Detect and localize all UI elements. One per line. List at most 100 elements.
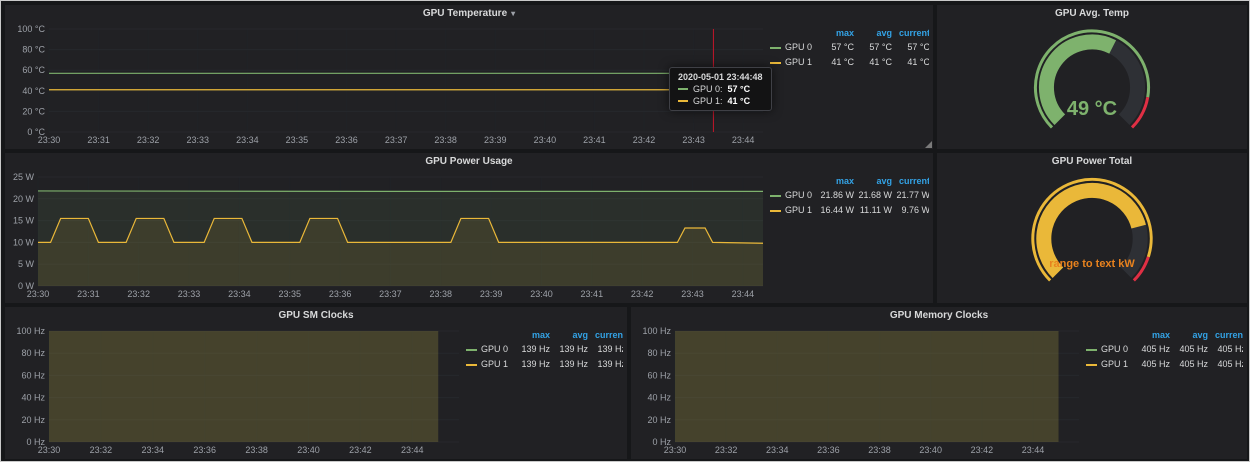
svg-text:20 Hz: 20 Hz	[647, 415, 671, 425]
legend-series-toggle[interactable]: GPU 1	[465, 357, 514, 372]
panel-title-text: GPU Memory Clocks	[890, 310, 988, 321]
legend-stat-value: 41 °C	[856, 55, 894, 70]
panel-title-gpu-power-total[interactable]: GPU Power Total	[937, 153, 1247, 171]
legend-column-header: avg	[552, 329, 590, 342]
svg-text:40 Hz: 40 Hz	[21, 393, 45, 403]
svg-text:23:40: 23:40	[534, 135, 557, 145]
svg-text:23:33: 23:33	[186, 135, 209, 145]
legend-series-toggle[interactable]: GPU 1	[769, 55, 818, 70]
gpu-memory-clocks-legend: maxavgcurrentGPU 0405 Hz405 Hz405 HzGPU …	[1085, 325, 1243, 457]
legend-stat-value: 41 °C	[818, 55, 856, 70]
series-color-dash-icon	[466, 364, 477, 366]
legend-stat-value: 405 Hz	[1134, 342, 1172, 357]
legend-series-toggle[interactable]: GPU 1	[1085, 357, 1134, 372]
svg-text:23:40: 23:40	[297, 445, 320, 455]
svg-text:80 Hz: 80 Hz	[21, 348, 45, 358]
legend-stat-value: 21.68 W	[856, 188, 894, 203]
panel-title-gpu-power-usage[interactable]: GPU Power Usage	[5, 153, 933, 171]
panel-title-gpu-temperature[interactable]: GPU Temperature▾	[5, 5, 933, 23]
gauge-value-text: range to text kW	[1049, 258, 1135, 270]
svg-text:20 °C: 20 °C	[22, 106, 45, 116]
svg-text:40 Hz: 40 Hz	[647, 393, 671, 403]
svg-text:23:38: 23:38	[430, 289, 453, 299]
svg-text:23:34: 23:34	[766, 445, 789, 455]
svg-text:23:43: 23:43	[681, 289, 704, 299]
legend-stat-value: 405 Hz	[1210, 342, 1243, 357]
legend-column-header: avg	[856, 27, 894, 40]
svg-text:23:35: 23:35	[286, 135, 309, 145]
panel-title-gpu-memory-clocks[interactable]: GPU Memory Clocks	[631, 307, 1247, 325]
legend-series-toggle[interactable]: GPU 0	[1085, 342, 1134, 357]
legend-stat-value: 41 °C	[894, 55, 929, 70]
svg-text:23:35: 23:35	[278, 289, 301, 299]
svg-text:60 Hz: 60 Hz	[21, 370, 45, 380]
tooltip-series-name: GPU 1:	[693, 96, 723, 106]
series-color-dash-icon	[770, 62, 781, 64]
svg-text:23:44: 23:44	[1022, 445, 1045, 455]
svg-text:60 Hz: 60 Hz	[647, 370, 671, 380]
svg-text:23:39: 23:39	[480, 289, 503, 299]
panel-title-text: GPU Avg. Temp	[1055, 8, 1129, 19]
panel-title-gpu-sm-clocks[interactable]: GPU SM Clocks	[5, 307, 627, 325]
svg-text:23:44: 23:44	[732, 289, 755, 299]
svg-text:23:36: 23:36	[193, 445, 216, 455]
legend-series-toggle[interactable]: GPU 0	[769, 40, 818, 55]
tooltip-series-value: 41 °C	[728, 96, 751, 106]
series-color-dash-icon	[678, 88, 688, 90]
chevron-down-icon: ▾	[511, 9, 515, 18]
legend-series-toggle[interactable]: GPU 0	[465, 342, 514, 357]
gpu-avg-temp-gauge: 49 °C	[941, 23, 1243, 147]
legend-series-toggle[interactable]: GPU 1	[769, 203, 818, 218]
legend-stat-value: 405 Hz	[1172, 357, 1210, 372]
svg-text:15 W: 15 W	[13, 216, 35, 226]
svg-text:23:38: 23:38	[245, 445, 268, 455]
legend-stat-value: 139 Hz	[590, 342, 623, 357]
svg-text:23:32: 23:32	[127, 289, 150, 299]
svg-text:23:36: 23:36	[329, 289, 352, 299]
legend-stat-value: 21.77 W	[894, 188, 929, 203]
svg-text:23:41: 23:41	[581, 289, 604, 299]
legend-column-header: current	[1210, 329, 1243, 342]
svg-text:23:33: 23:33	[178, 289, 201, 299]
legend-series-toggle[interactable]: GPU 0	[769, 188, 818, 203]
legend-stat-value: 139 Hz	[590, 357, 623, 372]
svg-text:0 °C: 0 °C	[27, 127, 45, 137]
gauge-value-text: 49 °C	[1067, 98, 1117, 120]
svg-text:25 W: 25 W	[13, 172, 35, 182]
legend-stat-value: 11.11 W	[856, 203, 894, 218]
gpu-sm-clocks-legend: maxavgcurrentGPU 0139 Hz139 Hz139 HzGPU …	[465, 325, 623, 457]
grafana-dashboard: GPU Temperature▾ 2020-05-01 23:44:48 GPU…	[0, 0, 1250, 462]
legend-column-header: current	[590, 329, 623, 342]
legend-column-header: max	[818, 175, 856, 188]
legend-stat-value: 57 °C	[894, 40, 929, 55]
svg-text:23:34: 23:34	[236, 135, 259, 145]
series-color-dash-icon	[678, 100, 688, 102]
svg-text:23:42: 23:42	[349, 445, 372, 455]
svg-text:23:36: 23:36	[817, 445, 840, 455]
svg-text:23:37: 23:37	[379, 289, 402, 299]
tooltip-series-value: 57 °C	[728, 84, 751, 94]
legend-stat-value: 139 Hz	[514, 357, 552, 372]
svg-text:23:40: 23:40	[919, 445, 942, 455]
gpu-power-usage-chart[interactable]: 23:3023:3123:3223:3323:3423:3523:3623:37…	[9, 171, 769, 301]
gpu-power-usage-legend: maxavgcurrentGPU 021.86 W21.68 W21.77 WG…	[769, 171, 929, 301]
series-color-dash-icon	[466, 349, 477, 351]
svg-text:5 W: 5 W	[18, 259, 35, 269]
legend-stat-value: 139 Hz	[514, 342, 552, 357]
legend-stat-value: 57 °C	[856, 40, 894, 55]
panel-title-text: GPU SM Clocks	[278, 310, 353, 321]
series-color-dash-icon	[770, 195, 781, 197]
legend-stat-value: 139 Hz	[552, 342, 590, 357]
panel-gpu-avg-temp: GPU Avg. Temp 49 °C	[937, 5, 1247, 149]
gpu-memory-clocks-chart[interactable]: 23:3023:3223:3423:3623:3823:4023:4223:44…	[635, 325, 1085, 457]
legend-stat-value: 57 °C	[818, 40, 856, 55]
gpu-temperature-chart[interactable]: 2020-05-01 23:44:48 GPU 0: 57 °C GPU 1: …	[9, 23, 769, 147]
legend-stat-value: 16.44 W	[818, 203, 856, 218]
panel-resize-handle[interactable]	[925, 141, 932, 148]
gpu-sm-clocks-chart[interactable]: 23:3023:3223:3423:3623:3823:4023:4223:44…	[9, 325, 465, 457]
svg-text:23:32: 23:32	[715, 445, 738, 455]
svg-text:23:39: 23:39	[484, 135, 507, 145]
legend-column-header: avg	[1172, 329, 1210, 342]
svg-text:100 Hz: 100 Hz	[16, 326, 45, 336]
panel-title-gpu-avg-temp[interactable]: GPU Avg. Temp	[937, 5, 1247, 23]
